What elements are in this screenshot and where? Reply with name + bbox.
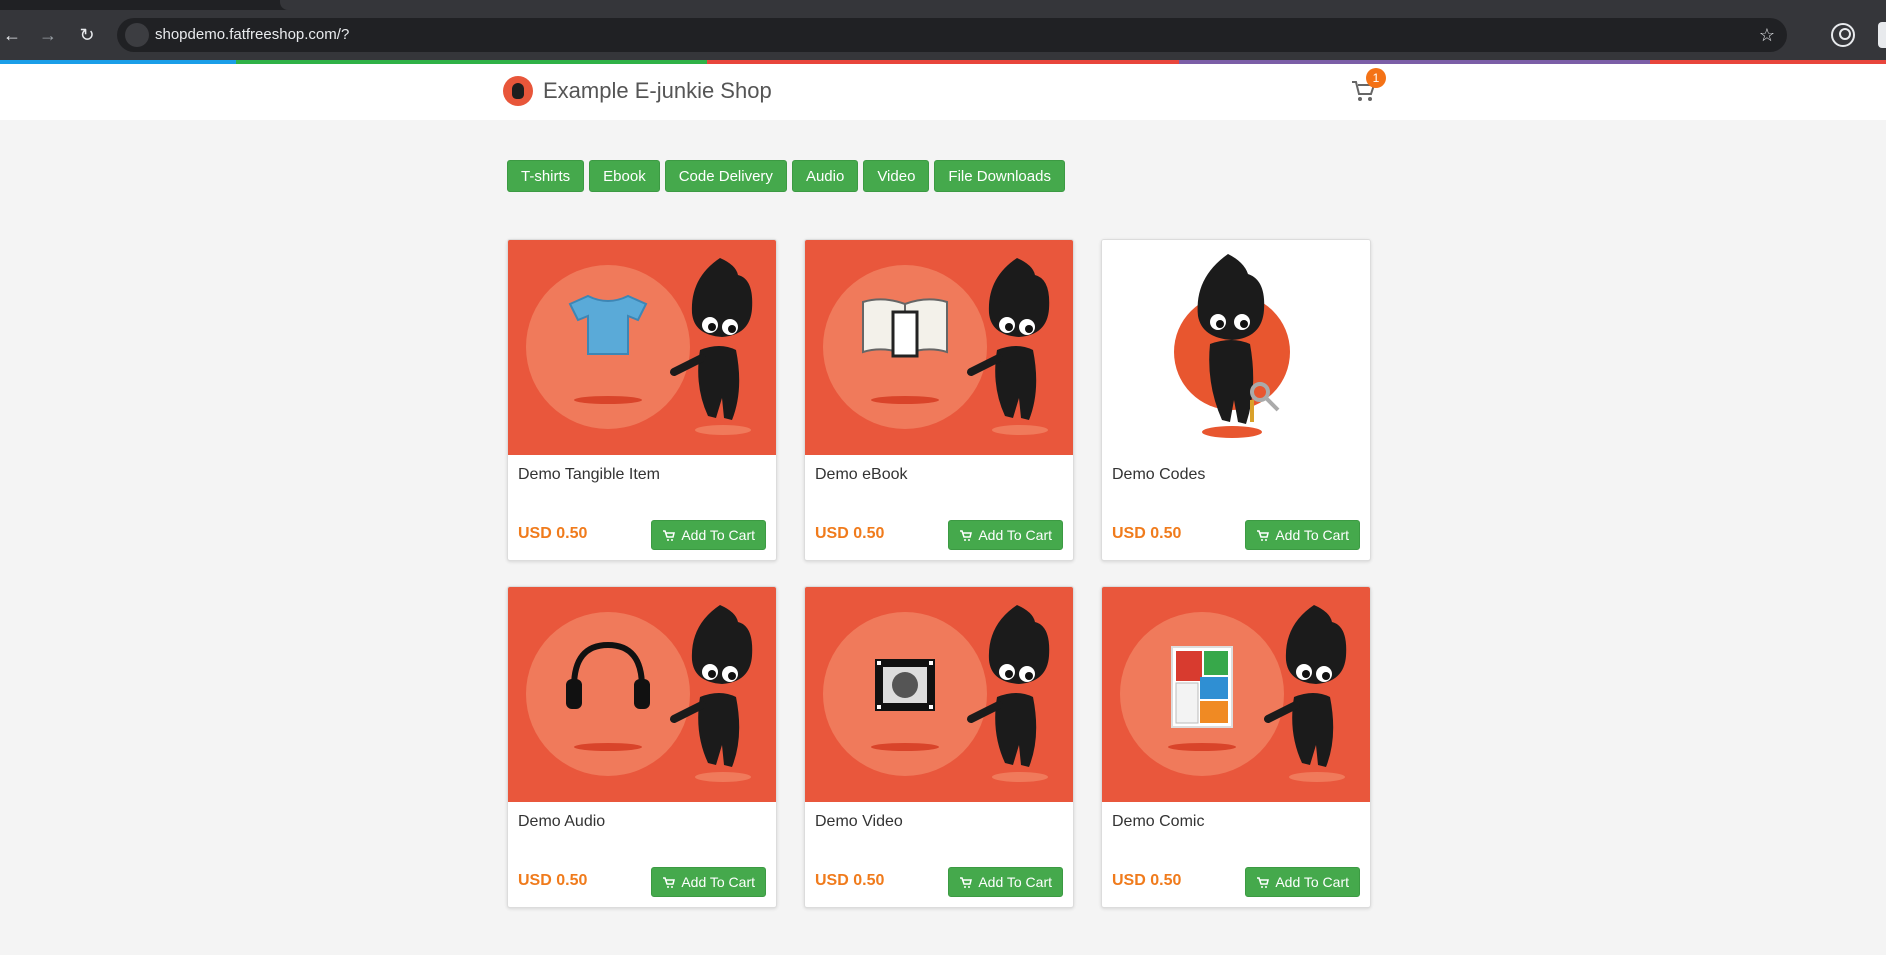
add-to-cart-label: Add To Cart: [681, 527, 755, 543]
browser-tab-strip: [0, 0, 1886, 10]
address-bar[interactable]: shopdemo.fatfreeshop.com/? ☆: [117, 18, 1787, 52]
product-name[interactable]: Demo eBook: [815, 466, 908, 484]
product-name[interactable]: Demo Tangible Item: [518, 466, 660, 484]
product-name[interactable]: Demo Video: [815, 813, 903, 831]
back-icon[interactable]: ←: [0, 23, 24, 47]
add-to-cart-label: Add To Cart: [978, 874, 1052, 890]
product-price: USD 0.50: [1112, 525, 1182, 542]
category-file-downloads-button[interactable]: File Downloads: [934, 160, 1065, 192]
product-price: USD 0.50: [518, 525, 588, 542]
category-code-delivery-button[interactable]: Code Delivery: [664, 160, 787, 192]
site-header: Example E-junkie Shop: [0, 64, 1886, 120]
product-image[interactable]: [508, 587, 776, 802]
product-image[interactable]: [1102, 240, 1370, 455]
add-to-cart-button[interactable]: Add To Cart: [948, 520, 1063, 550]
product-name[interactable]: Demo Comic: [1112, 813, 1204, 831]
product-price: USD 0.50: [815, 525, 885, 542]
cart-icon: [960, 529, 973, 541]
cart-icon: [663, 876, 676, 888]
add-to-cart-button[interactable]: Add To Cart: [651, 520, 766, 550]
product-image[interactable]: [1102, 587, 1370, 802]
add-to-cart-button[interactable]: Add To Cart: [651, 867, 766, 897]
book-icon: [862, 298, 948, 358]
add-to-cart-label: Add To Cart: [681, 874, 755, 890]
product-card: Demo Audio USD 0.50 Add To Cart: [507, 586, 777, 908]
product-card: Demo Comic USD 0.50 Add To Cart: [1101, 586, 1371, 908]
cart-count-badge: 1: [1366, 68, 1386, 88]
product-grid: Demo Tangible Item USD 0.50 Add To Cart: [507, 239, 1371, 908]
product-price: USD 0.50: [815, 872, 885, 889]
product-card: Demo Tangible Item USD 0.50 Add To Cart: [507, 239, 777, 561]
product-image[interactable]: [805, 240, 1073, 455]
product-image[interactable]: [805, 587, 1073, 802]
browser-toolbar: ← → ↻ shopdemo.fatfreeshop.com/? ☆: [0, 10, 1886, 60]
add-to-cart-label: Add To Cart: [1275, 527, 1349, 543]
product-price: USD 0.50: [518, 872, 588, 889]
category-video-button[interactable]: Video: [863, 160, 930, 192]
cart-icon: [1257, 876, 1270, 888]
product-card: Demo eBook USD 0.50 Add To Cart: [804, 239, 1074, 561]
shop-logo[interactable]: [503, 76, 533, 106]
product-card: Demo Video USD 0.50 Add To Cart: [804, 586, 1074, 908]
comic-icon: [1171, 646, 1233, 728]
menu-icon[interactable]: [1878, 22, 1886, 48]
category-bar: T-shirts Ebook Code Delivery Audio Video…: [507, 160, 1065, 192]
product-name[interactable]: Demo Codes: [1112, 466, 1205, 484]
product-image[interactable]: [508, 240, 776, 455]
url-text[interactable]: shopdemo.fatfreeshop.com/?: [155, 18, 349, 52]
cart-icon: [663, 529, 676, 541]
cart-icon: [960, 876, 973, 888]
profile-icon[interactable]: [1831, 23, 1855, 47]
category-audio-button[interactable]: Audio: [791, 160, 859, 192]
reload-icon[interactable]: ↻: [75, 23, 99, 47]
bookmark-star-icon[interactable]: ☆: [1759, 18, 1775, 52]
shop-title[interactable]: Example E-junkie Shop: [543, 78, 772, 104]
forward-icon[interactable]: →: [36, 23, 60, 47]
add-to-cart-label: Add To Cart: [978, 527, 1052, 543]
add-to-cart-button[interactable]: Add To Cart: [1245, 867, 1360, 897]
add-to-cart-button[interactable]: Add To Cart: [948, 867, 1063, 897]
product-card: Demo Codes USD 0.50 Add To Cart: [1101, 239, 1371, 561]
product-price: USD 0.50: [1112, 872, 1182, 889]
category-ebook-button[interactable]: Ebook: [589, 160, 660, 192]
category-tshirts-button[interactable]: T-shirts: [507, 160, 585, 192]
site-info-icon[interactable]: [125, 23, 149, 47]
cart-icon: [1257, 529, 1270, 541]
product-name[interactable]: Demo Audio: [518, 813, 605, 831]
add-to-cart-button[interactable]: Add To Cart: [1245, 520, 1360, 550]
film-icon: [875, 659, 935, 711]
add-to-cart-label: Add To Cart: [1275, 874, 1349, 890]
